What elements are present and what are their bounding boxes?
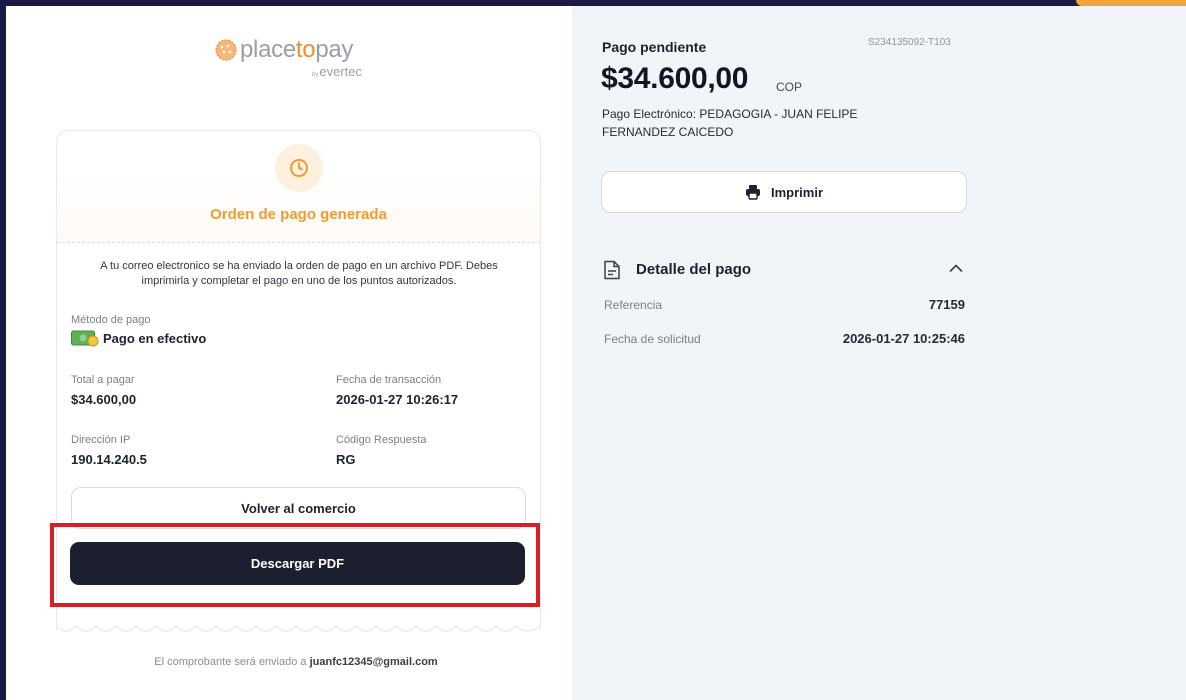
receipt-edge-decoration — [56, 622, 541, 632]
payment-detail-title: Detalle del pago — [636, 261, 752, 278]
document-icon — [604, 260, 620, 280]
payment-method-value: Pago en efectivo — [103, 331, 207, 346]
payment-method-label: Método de pago — [71, 314, 151, 326]
payment-description: Pago Electrónico: PEDAGOGIA - JUAN FELIP… — [602, 107, 858, 139]
print-button[interactable]: Imprimir — [601, 171, 967, 213]
payment-status: Pago pendiente — [602, 39, 707, 55]
clock-icon — [290, 159, 308, 177]
placetopay-logo: placetopay byevertec — [210, 36, 390, 82]
ip-value: 190.14.240.5 — [71, 452, 147, 467]
logo-wordmark: placetopay — [240, 36, 354, 63]
order-title: Orden de pago generada — [210, 206, 387, 223]
order-card-header: Orden de pago generada — [57, 131, 540, 243]
response-code-value: RG — [336, 452, 356, 467]
printer-icon — [745, 185, 760, 200]
print-button-label: Imprimir — [770, 184, 823, 200]
transaction-code: S234135092-T103 — [868, 37, 951, 48]
logo-byline: byevertec — [312, 64, 362, 79]
transaction-date-label: Fecha de transacción — [336, 374, 442, 386]
receipt-email-note: El comprobante será enviado a juanfc1234… — [154, 656, 438, 668]
payment-detail-toggle[interactable]: Detalle del pago — [603, 258, 967, 282]
order-notice: A tu correo electronico se ha enviado la… — [100, 260, 498, 287]
ip-label: Dirección IP — [71, 434, 131, 446]
status-icon-badge — [275, 144, 323, 192]
payment-currency: COP — [776, 80, 803, 94]
request-date-value: 2026-01-27 10:25:46 — [842, 331, 965, 346]
chevron-up-icon — [949, 264, 963, 272]
total-value: $34.600,00 — [71, 392, 137, 407]
payment-amount: $34.600,00 — [601, 62, 749, 95]
download-pdf-button[interactable]: Descargar PDF — [70, 542, 525, 585]
response-code-label: Código Respuesta — [336, 434, 427, 446]
cash-icon — [71, 330, 99, 347]
total-label: Total a pagar — [71, 374, 135, 386]
reference-label: Referencia — [604, 298, 663, 312]
transaction-date-value: 2026-01-27 10:26:17 — [336, 392, 459, 407]
request-date-label: Fecha de solicitud — [604, 332, 701, 346]
reference-value: 77159 — [928, 297, 965, 312]
logo-mark-icon — [215, 39, 237, 61]
receipt-email: juanfc12345@gmail.com — [309, 656, 438, 668]
